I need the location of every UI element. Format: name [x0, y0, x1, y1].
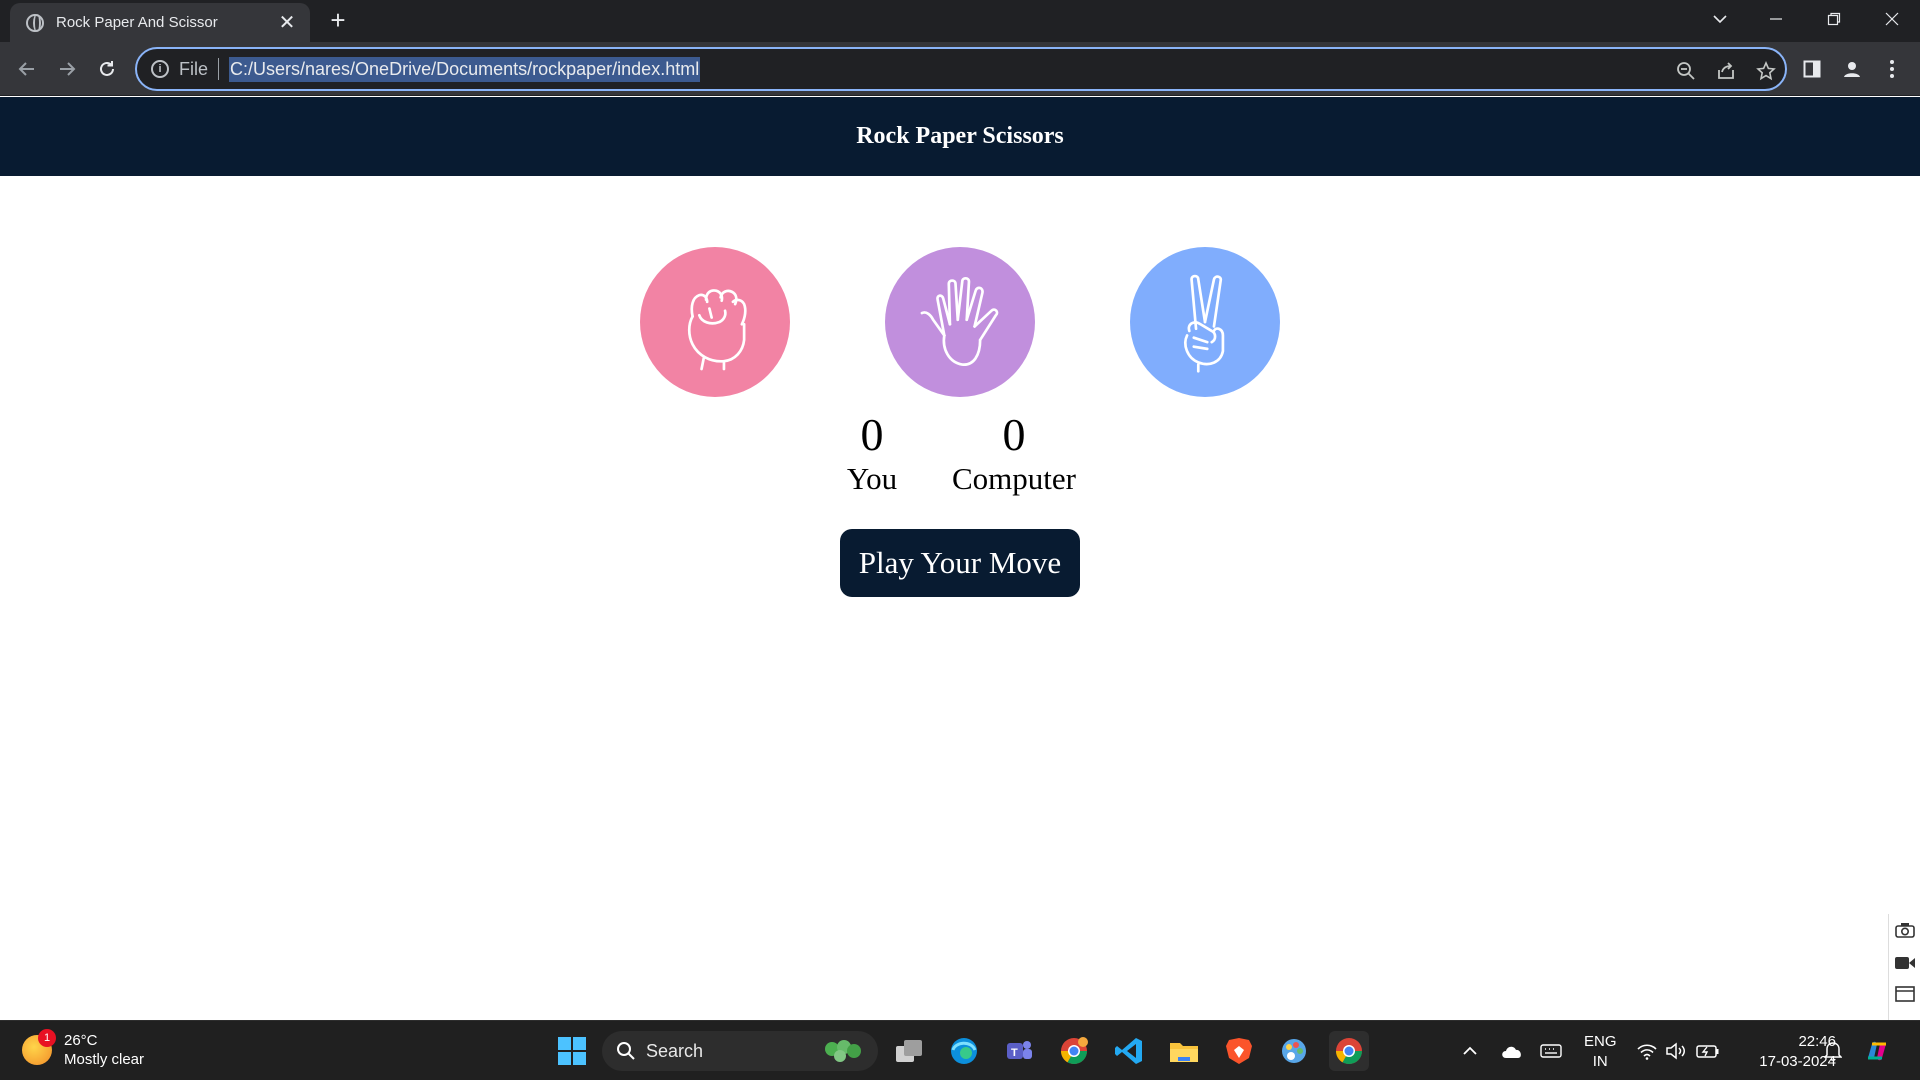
svg-text:T: T — [1011, 1047, 1018, 1059]
computer-score-block: 0 Computer — [938, 409, 1090, 497]
side-panel-icon[interactable] — [1796, 53, 1828, 85]
browser-toolbar: i File C:/Users/nares/OneDrive/Documents… — [0, 42, 1920, 96]
open-hand-icon — [920, 276, 999, 366]
tab-search-chevron-icon[interactable] — [1692, 0, 1748, 38]
user-label: You — [846, 461, 898, 496]
weather-temp: 26°C — [64, 1032, 98, 1049]
vscode-icon[interactable] — [1109, 1031, 1149, 1071]
score-board: 0 You 0 Computer — [830, 409, 1090, 499]
new-tab-button[interactable]: + — [323, 6, 353, 36]
weather-widget[interactable]: 1 26°C Mostly clear — [22, 1029, 145, 1069]
user-score: 0 — [860, 409, 884, 460]
paper-choice[interactable] — [885, 247, 1035, 397]
app-header: Rock Paper Scissors — [0, 97, 1920, 176]
tray-chevron-icon[interactable] — [1462, 1021, 1478, 1080]
close-window-icon[interactable] — [1864, 0, 1920, 38]
tab-title: Rock Paper And Scissor — [56, 14, 218, 31]
share-icon[interactable] — [1713, 58, 1739, 84]
bookmark-star-icon[interactable] — [1753, 58, 1779, 84]
copilot-icon[interactable] — [1862, 1021, 1892, 1080]
wifi-icon[interactable] — [1636, 1021, 1658, 1080]
reload-icon[interactable] — [90, 52, 124, 86]
language-primary: ENG — [1584, 1033, 1617, 1050]
edge-icon[interactable] — [944, 1031, 984, 1071]
weather-notification-badge: 1 — [38, 1029, 56, 1047]
restore-icon[interactable] — [1806, 0, 1862, 38]
browser-titlebar: Rock Paper And Scissor ✕ + — [0, 0, 1920, 42]
rock-choice[interactable] — [640, 247, 790, 397]
url-text[interactable]: C:/Users/nares/OneDrive/Documents/rockpa… — [229, 56, 701, 82]
back-icon[interactable] — [10, 52, 44, 86]
clover-icon — [825, 1040, 861, 1062]
weather-moon-icon: 1 — [22, 1029, 56, 1065]
chrome-icon[interactable] — [1329, 1031, 1369, 1071]
chrome-profile-icon[interactable] — [1054, 1031, 1094, 1071]
language-secondary: IN — [1592, 1053, 1608, 1070]
battery-icon[interactable] — [1696, 1021, 1720, 1080]
scissors-choice[interactable] — [1130, 247, 1280, 397]
zoom-icon[interactable] — [1673, 58, 1699, 84]
brave-icon[interactable] — [1219, 1031, 1259, 1071]
fist-icon — [687, 289, 747, 371]
page-title: Rock Paper Scissors — [856, 123, 1064, 149]
forward-icon[interactable] — [50, 52, 84, 86]
window-icon[interactable] — [1891, 982, 1919, 1010]
file-explorer-icon[interactable] — [1164, 1031, 1204, 1071]
notification-bell-icon[interactable] — [1824, 1021, 1842, 1080]
menu-icon[interactable] — [1876, 53, 1908, 85]
paint-icon[interactable] — [1274, 1031, 1314, 1071]
page-viewport: Rock Paper Scissors 0 You 0 Computer Pla… — [0, 97, 1920, 1020]
computer-score: 0 — [1002, 409, 1026, 460]
profile-icon[interactable] — [1836, 53, 1868, 85]
start-windows-icon[interactable] — [552, 1031, 592, 1071]
keyboard-icon[interactable] — [1540, 1021, 1562, 1080]
peace-hand-icon — [1184, 274, 1225, 373]
taskbar-search[interactable]: Search — [602, 1031, 878, 1071]
play-your-move-button[interactable]: Play Your Move — [840, 529, 1080, 597]
computer-label: Computer — [952, 461, 1076, 496]
volume-icon[interactable] — [1665, 1021, 1687, 1080]
user-score-block: 0 You — [830, 409, 914, 497]
language-indicator[interactable]: ENG IN — [1584, 1032, 1617, 1072]
search-label: Search — [646, 1040, 704, 1061]
choices-row — [640, 247, 1280, 397]
tab-close-button[interactable]: ✕ — [276, 12, 298, 34]
taskbar: 1 26°C Mostly clear Search T ENG IN 22:4… — [0, 1020, 1920, 1080]
omnibox-separator — [218, 58, 220, 80]
file-scheme-label: File — [179, 58, 209, 79]
video-icon[interactable] — [1891, 950, 1919, 978]
onedrive-icon[interactable] — [1500, 1021, 1524, 1080]
info-icon[interactable]: i — [151, 60, 169, 78]
camera-icon[interactable] — [1891, 918, 1919, 946]
minimize-icon[interactable] — [1748, 0, 1804, 38]
globe-icon — [26, 13, 44, 32]
task-view-icon[interactable] — [889, 1031, 929, 1071]
side-dock — [1888, 914, 1920, 1020]
address-bar[interactable]: i File C:/Users/nares/OneDrive/Documents… — [135, 47, 1787, 91]
browser-tab-active[interactable]: Rock Paper And Scissor ✕ — [10, 3, 310, 42]
teams-icon[interactable]: T — [999, 1031, 1039, 1071]
search-icon — [617, 1042, 635, 1060]
weather-desc: Mostly clear — [64, 1051, 145, 1068]
